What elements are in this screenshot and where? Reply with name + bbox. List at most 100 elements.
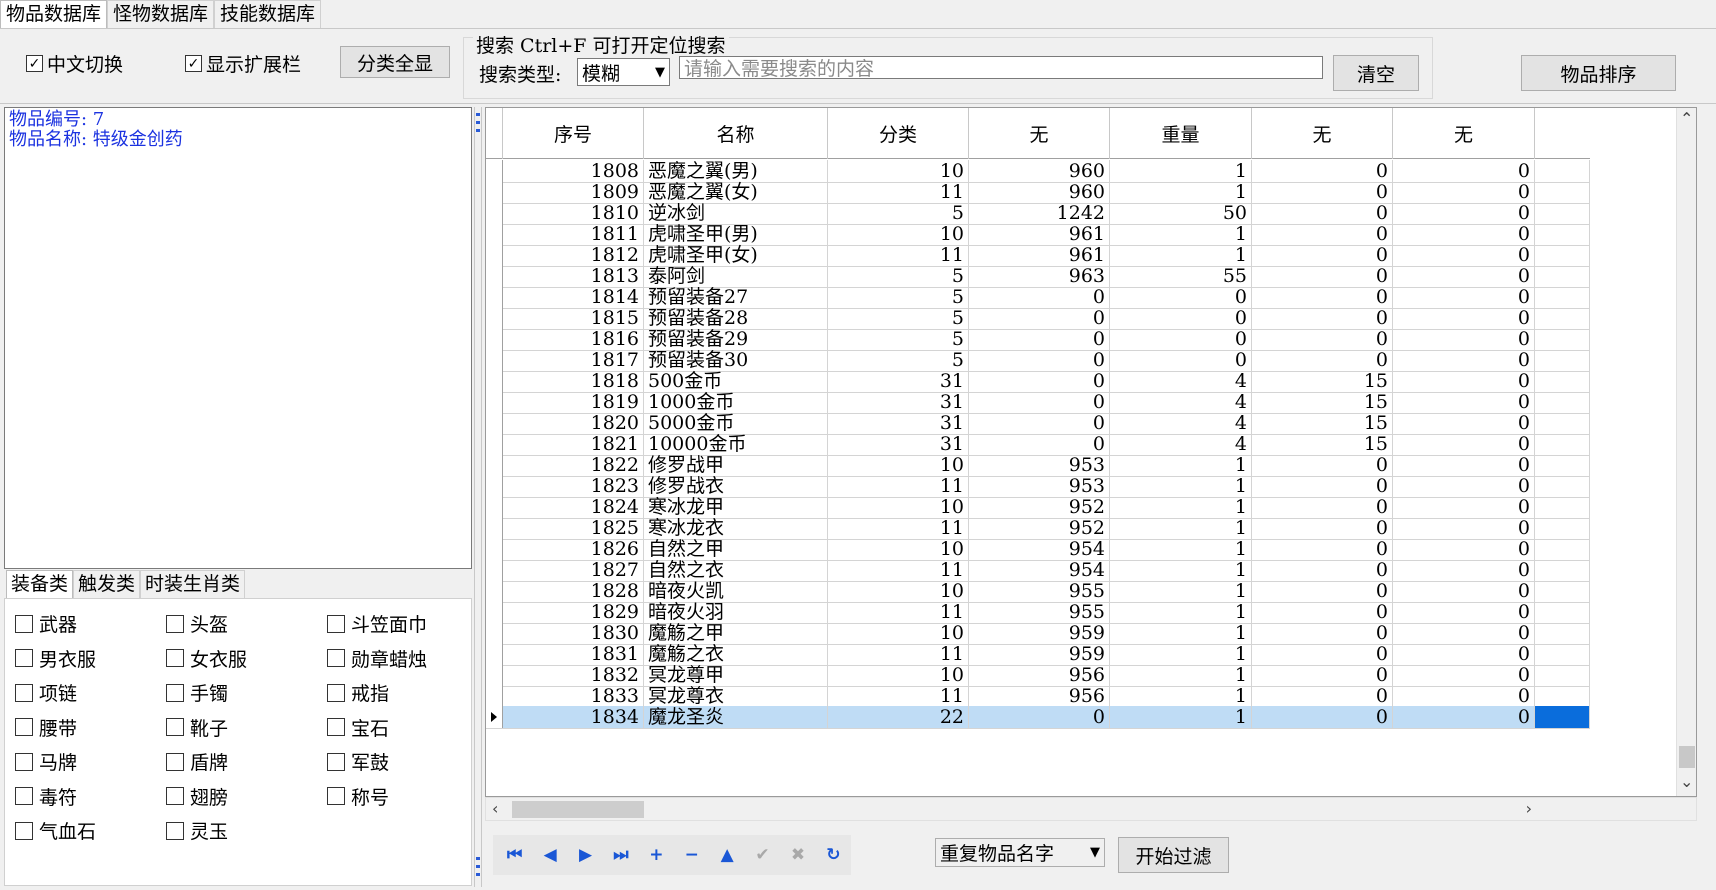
table-cell[interactable]: 0 xyxy=(1393,181,1535,203)
refresh-record-icon[interactable]: ↻ xyxy=(816,837,851,873)
row-indicator[interactable] xyxy=(486,370,503,392)
table-row[interactable]: 1808 恶魔之翼(男) 10 960 1 0 0 xyxy=(486,160,1590,183)
table-cell[interactable]: 1 xyxy=(1110,538,1252,560)
table-cell[interactable]: 1822 xyxy=(503,454,644,476)
row-indicator[interactable] xyxy=(486,559,503,581)
table-cell[interactable]: 0 xyxy=(1252,307,1393,329)
chinese-toggle-checkbox[interactable]: ✓ 中文切换 xyxy=(26,50,123,77)
table-cell[interactable]: 0 xyxy=(1252,622,1393,644)
table-cell[interactable]: 0 xyxy=(1393,664,1535,686)
category-checkbox[interactable]: 腰带 xyxy=(15,714,77,741)
table-cell[interactable]: 魔觞之甲 xyxy=(644,622,828,644)
table-cell[interactable]: 15 xyxy=(1252,433,1393,455)
table-cell[interactable]: 955 xyxy=(969,601,1110,623)
table-cell[interactable]: 0 xyxy=(969,433,1110,455)
table-cell[interactable]: 1 xyxy=(1110,223,1252,245)
table-cell[interactable]: 959 xyxy=(969,643,1110,665)
pane-splitter[interactable] xyxy=(474,107,482,887)
category-checkbox[interactable]: 军鼓 xyxy=(327,748,389,775)
table-cell[interactable]: 961 xyxy=(969,223,1110,245)
table-cell[interactable]: 1830 xyxy=(503,622,644,644)
table-cell[interactable]: 冥龙尊甲 xyxy=(644,664,828,686)
table-cell[interactable]: 4 xyxy=(1110,391,1252,413)
category-checkbox[interactable]: 气血石 xyxy=(15,817,96,844)
table-row[interactable]: 1825 寒冰龙衣 11 952 1 0 0 xyxy=(486,517,1590,540)
table-cell[interactable]: 0 xyxy=(1393,391,1535,413)
table-cell[interactable]: 10 xyxy=(828,454,969,476)
table-row[interactable]: 1815 预留装备28 5 0 0 0 0 xyxy=(486,307,1590,330)
table-cell[interactable]: 956 xyxy=(969,664,1110,686)
table-cell[interactable]: 0 xyxy=(1252,664,1393,686)
table-row[interactable]: 1811 虎啸圣甲(男) 10 961 1 0 0 xyxy=(486,223,1590,246)
table-cell[interactable]: 1000金币 xyxy=(644,391,828,413)
tab-item-database[interactable]: 物品数据库 xyxy=(0,0,108,28)
table-cell[interactable]: 0 xyxy=(1393,412,1535,434)
table-row[interactable]: 1817 预留装备30 5 0 0 0 0 xyxy=(486,349,1590,372)
row-indicator[interactable] xyxy=(486,496,503,518)
table-cell[interactable]: 1820 xyxy=(503,412,644,434)
table-cell[interactable]: 0 xyxy=(1393,517,1535,539)
table-cell[interactable]: 1 xyxy=(1110,685,1252,707)
table-cell[interactable]: 11 xyxy=(828,685,969,707)
scroll-right-icon[interactable]: › xyxy=(1526,799,1532,818)
table-cell[interactable]: 11 xyxy=(828,601,969,623)
table-cell[interactable]: 0 xyxy=(1252,265,1393,287)
table-cell[interactable]: 952 xyxy=(969,496,1110,518)
table-cell[interactable]: 1829 xyxy=(503,601,644,623)
table-cell[interactable]: 5 xyxy=(828,349,969,371)
table-cell[interactable]: 1 xyxy=(1110,559,1252,581)
table-cell[interactable]: 952 xyxy=(969,517,1110,539)
category-checkbox[interactable]: 靴子 xyxy=(166,714,228,741)
table-row[interactable]: 1822 修罗战甲 10 953 1 0 0 xyxy=(486,454,1590,477)
table-cell[interactable]: 5000金币 xyxy=(644,412,828,434)
table-row[interactable]: 1813 泰阿剑 5 963 55 0 0 xyxy=(486,265,1590,288)
table-cell[interactable]: 1 xyxy=(1110,517,1252,539)
category-checkbox[interactable]: 毒符 xyxy=(15,783,77,810)
table-cell[interactable]: 1817 xyxy=(503,349,644,371)
table-cell[interactable]: 1815 xyxy=(503,307,644,329)
edit-record-icon[interactable]: ▲ xyxy=(709,837,744,873)
table-cell[interactable]: 954 xyxy=(969,559,1110,581)
table-cell[interactable]: 0 xyxy=(1252,559,1393,581)
table-cell[interactable]: 955 xyxy=(969,580,1110,602)
table-cell[interactable]: 0 xyxy=(1393,643,1535,665)
table-cell[interactable]: 泰阿剑 xyxy=(644,265,828,287)
table-cell[interactable]: 1824 xyxy=(503,496,644,518)
table-cell[interactable]: 0 xyxy=(1393,706,1535,728)
table-cell[interactable]: 0 xyxy=(1252,496,1393,518)
table-cell[interactable]: 1811 xyxy=(503,223,644,245)
table-row[interactable]: 1821 10000金币 31 0 4 15 0 xyxy=(486,433,1590,456)
category-checkbox[interactable]: 手镯 xyxy=(166,679,228,706)
category-checkbox[interactable]: 勋章蜡烛 xyxy=(327,645,427,672)
table-cell[interactable]: 恶魔之翼(女) xyxy=(644,181,828,203)
column-header[interactable]: 无 xyxy=(1252,108,1393,159)
table-cell[interactable]: 31 xyxy=(828,391,969,413)
table-row[interactable]: 1832 冥龙尊甲 10 956 1 0 0 xyxy=(486,664,1590,687)
table-cell[interactable]: 0 xyxy=(1393,601,1535,623)
row-indicator[interactable] xyxy=(486,454,503,476)
table-cell[interactable]: 自然之衣 xyxy=(644,559,828,581)
table-cell[interactable]: 预留装备30 xyxy=(644,349,828,371)
table-cell[interactable]: 0 xyxy=(1252,685,1393,707)
table-cell[interactable]: 1823 xyxy=(503,475,644,497)
table-cell[interactable]: 1818 xyxy=(503,370,644,392)
table-cell[interactable]: 1 xyxy=(1110,706,1252,728)
table-cell[interactable]: 963 xyxy=(969,265,1110,287)
sort-items-button[interactable]: 物品排序 xyxy=(1521,55,1676,91)
table-cell[interactable]: 15 xyxy=(1252,370,1393,392)
category-checkbox[interactable]: 武器 xyxy=(15,610,77,637)
table-row[interactable]: 1818 500金币 31 0 4 15 0 xyxy=(486,370,1590,393)
table-cell[interactable]: 0 xyxy=(1393,496,1535,518)
table-cell[interactable]: 31 xyxy=(828,412,969,434)
table-cell[interactable]: 55 xyxy=(1110,265,1252,287)
tab-trigger[interactable]: 触发类 xyxy=(73,570,141,598)
category-checkbox[interactable]: 宝石 xyxy=(327,714,389,741)
table-cell[interactable]: 0 xyxy=(1252,601,1393,623)
table-cell[interactable]: 15 xyxy=(1252,391,1393,413)
table-cell[interactable]: 1 xyxy=(1110,160,1252,182)
insert-record-icon[interactable]: + xyxy=(639,837,674,873)
table-cell[interactable]: 逆冰剑 xyxy=(644,202,828,224)
table-cell[interactable]: 5 xyxy=(828,286,969,308)
row-indicator[interactable] xyxy=(486,706,503,728)
table-cell[interactable]: 0 xyxy=(1393,349,1535,371)
